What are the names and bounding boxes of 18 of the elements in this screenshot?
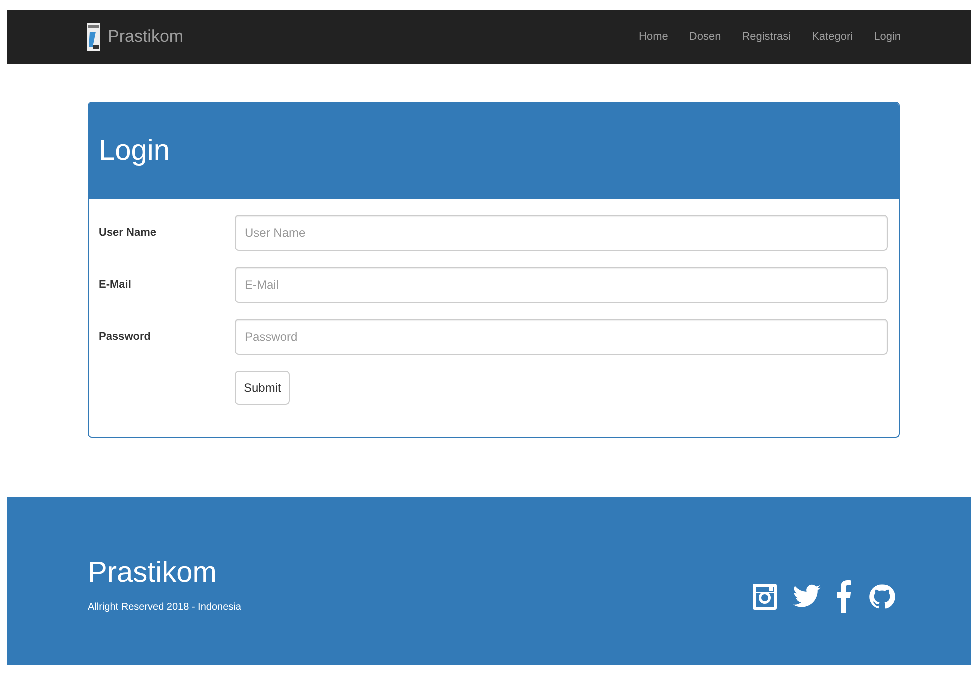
nav-link[interactable]: Registrasi [742, 31, 792, 43]
input-field[interactable]: E-Mail [235, 267, 888, 303]
field-label: Password [99, 331, 152, 343]
logo-icon [87, 23, 100, 51]
input-field[interactable]: User Name [235, 215, 888, 251]
footer-title: Prastikom [88, 556, 218, 590]
nav-link[interactable]: Dosen [689, 31, 722, 43]
nav-link[interactable]: Kategori [812, 31, 854, 43]
brand-name[interactable]: Prastikom [108, 27, 184, 47]
submit-button[interactable]: Submit [235, 371, 290, 405]
field-label: User Name [99, 227, 158, 239]
field-label: E-Mail [99, 279, 132, 291]
input-field[interactable]: Password [235, 319, 888, 355]
footer-text: Allright Reserved 2018 - Indonesia [88, 602, 242, 612]
card-title: Login [99, 134, 170, 168]
nav-link[interactable]: Login [874, 31, 901, 43]
facebook-icon[interactable] [836, 578, 854, 614]
nav-link[interactable]: Home [639, 31, 668, 43]
